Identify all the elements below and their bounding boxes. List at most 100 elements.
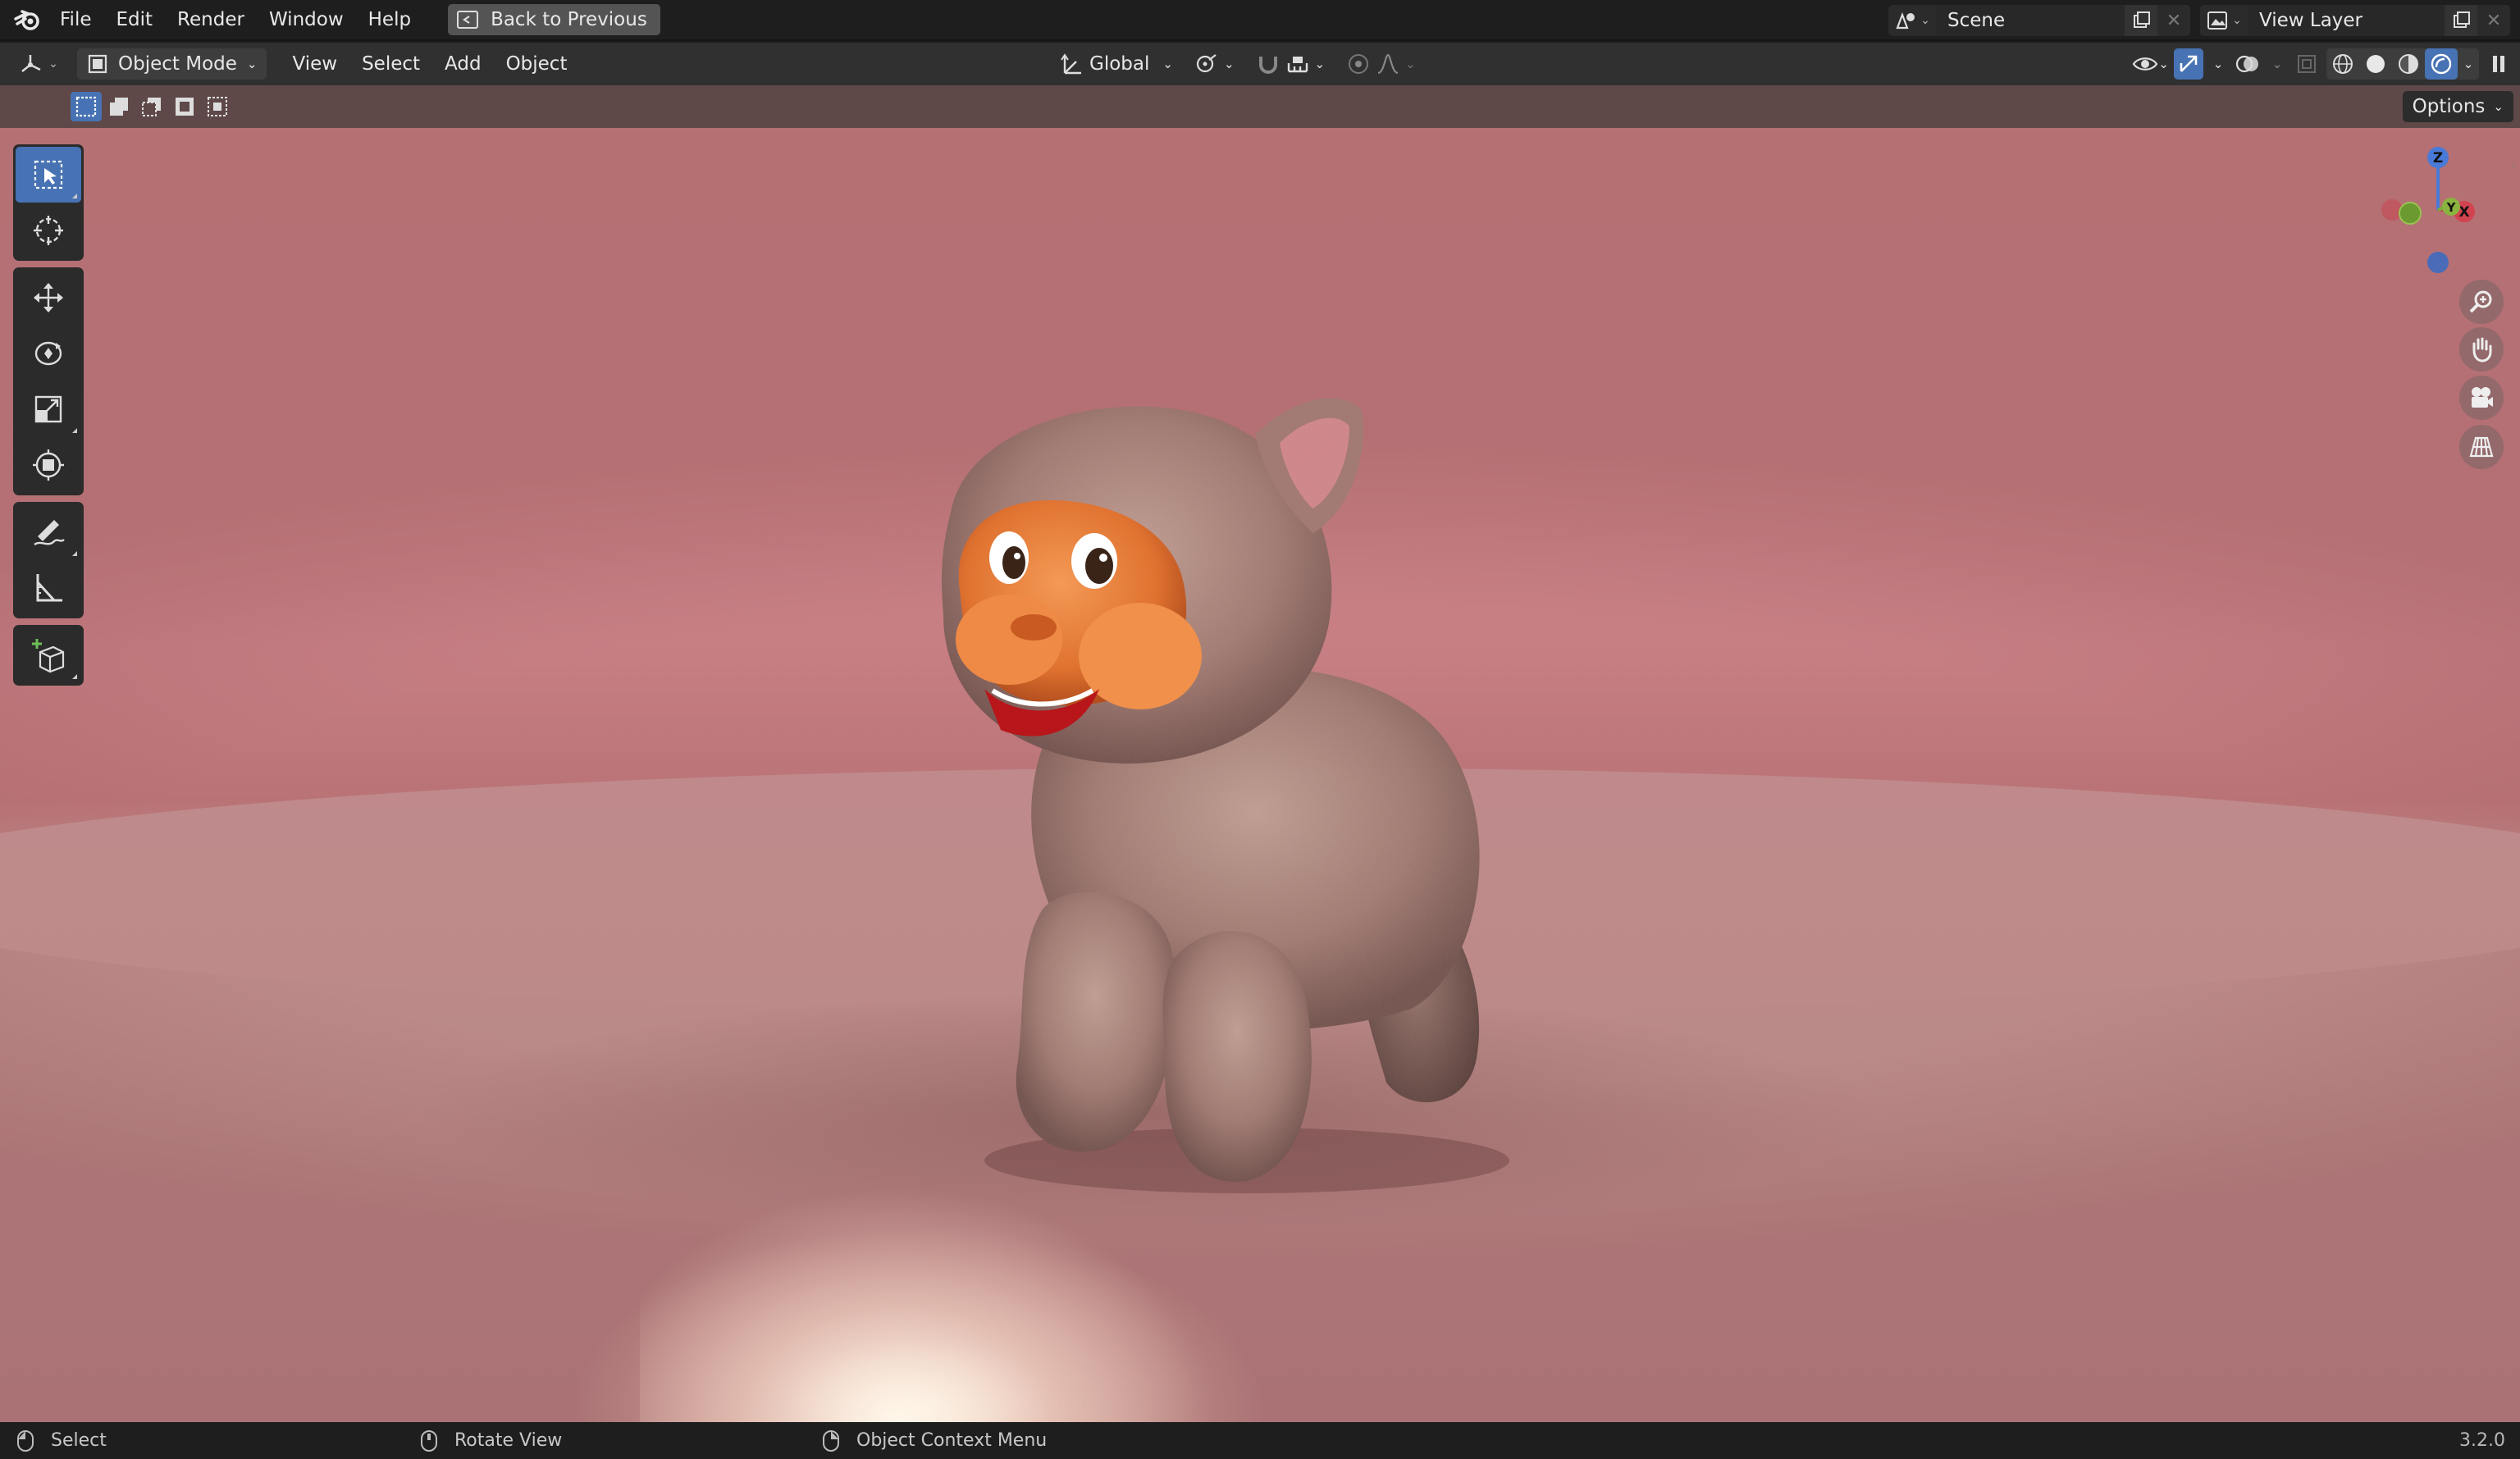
gizmo-z-label: Z — [2433, 150, 2443, 166]
floor-light-spot — [640, 1186, 1214, 1422]
move-tool[interactable] — [16, 270, 81, 326]
remove-scene-icon[interactable]: ✕ — [2157, 5, 2190, 36]
scene-selector[interactable]: ⌄ Scene ✕ — [1888, 5, 2190, 36]
view-layer-browse-button[interactable]: ⌄ — [2200, 5, 2248, 36]
status-bar: Select Rotate View Object Context Menu 3… — [0, 1422, 2520, 1459]
chevron-down-icon: ⌄ — [48, 57, 58, 71]
select-invert-icon[interactable] — [169, 92, 200, 121]
chevron-down-icon: ⌄ — [1162, 57, 1173, 71]
proportional-edit-icon — [1349, 54, 1369, 74]
chevron-down-icon: ⌄ — [246, 57, 258, 71]
transform-icon — [33, 449, 64, 481]
menu-window[interactable]: Window — [257, 0, 356, 40]
plush-monkey-model[interactable] — [902, 385, 1542, 1206]
navigation-gizmo[interactable]: Z X Y — [2379, 139, 2477, 279]
version-label: 3.2.0 — [2459, 1430, 2505, 1451]
select-extend-icon[interactable] — [103, 92, 135, 121]
menu-select[interactable]: Select — [349, 53, 432, 75]
solid-shading-icon[interactable] — [2359, 48, 2392, 80]
scene-name-field[interactable]: Scene — [1936, 5, 2125, 36]
object-mode-dropdown[interactable]: Object Mode ⌄ — [77, 48, 267, 80]
view-layer-selector[interactable]: ⌄ View Layer ✕ — [2200, 5, 2510, 36]
tool-settings-bar: Options ⌄ — [0, 85, 2520, 128]
select-box-tool[interactable] — [16, 147, 81, 203]
pivot-icon — [1196, 54, 1217, 73]
selection-mode-group — [71, 91, 233, 122]
transform-orientation-dropdown[interactable]: Global ⌄ — [1053, 48, 1180, 80]
menu-edit[interactable]: Edit — [104, 0, 166, 40]
status-select-label: Select — [51, 1430, 107, 1451]
gizmo-toggle-icon[interactable] — [2174, 48, 2203, 80]
status-rotate-label: Rotate View — [454, 1430, 563, 1451]
status-context-label: Object Context Menu — [856, 1430, 1048, 1451]
orientation-label: Global — [1089, 53, 1150, 75]
chevron-down-icon[interactable]: ⌄ — [2208, 48, 2228, 80]
annotate-tool[interactable] — [16, 504, 81, 560]
overlays-toggle-icon[interactable] — [2233, 48, 2262, 80]
menu-view[interactable]: View — [280, 53, 349, 75]
options-dropdown[interactable]: Options ⌄ — [2402, 91, 2513, 122]
menu-add[interactable]: Add — [432, 53, 494, 75]
menu-object[interactable]: Object — [494, 53, 580, 75]
duplicate-view-layer-icon[interactable] — [2445, 5, 2477, 36]
xray-toggle-icon[interactable] — [2292, 48, 2321, 80]
status-rotate-hint: Rotate View — [420, 1429, 562, 1452]
mode-label: Object Mode — [118, 53, 237, 75]
pan-hand-icon[interactable] — [2459, 327, 2504, 372]
remove-view-layer-icon[interactable]: ✕ — [2477, 5, 2510, 36]
cursor-icon — [34, 216, 63, 245]
mouse-right-icon — [823, 1429, 839, 1452]
sidebar-expand-icon[interactable]: ‹ — [2507, 154, 2520, 176]
material-preview-shading-icon[interactable] — [2392, 48, 2425, 80]
annotate-pencil-icon — [34, 520, 65, 546]
measure-ruler-icon — [36, 574, 62, 602]
top-menu-bar: File Edit Render Window Help Back to Pre… — [0, 0, 2520, 41]
status-select-hint: Select — [16, 1429, 107, 1452]
rotate-icon — [34, 341, 62, 366]
add-cube-tool[interactable] — [16, 627, 81, 683]
gizmo-y-label: Y — [2446, 200, 2457, 215]
rendered-shading-icon[interactable] — [2425, 48, 2458, 80]
scene-icon — [1896, 11, 1915, 30]
orientation-icon — [1061, 53, 1081, 75]
select-intersect-icon[interactable] — [202, 92, 233, 121]
snap-group[interactable]: ⌄ — [1249, 48, 1332, 80]
select-new-icon[interactable] — [71, 92, 102, 121]
scale-tool[interactable] — [16, 381, 81, 437]
mouse-left-icon — [17, 1429, 34, 1452]
falloff-curve-icon — [1377, 53, 1399, 75]
view-layer-icon — [2207, 11, 2228, 30]
visibility-dropdown[interactable]: ⌄ — [2132, 48, 2169, 80]
cursor-tool[interactable] — [16, 203, 81, 258]
pause-render-icon[interactable] — [2484, 48, 2513, 80]
chevron-down-icon: ⌄ — [2232, 14, 2242, 27]
chevron-down-icon: ⌄ — [1405, 57, 1416, 71]
snap-increment-icon — [1287, 57, 1308, 73]
add-cube-icon — [32, 639, 65, 673]
chevron-down-icon[interactable]: ⌄ — [2458, 48, 2479, 80]
wireframe-shading-icon[interactable] — [2326, 48, 2359, 80]
select-subtract-icon[interactable] — [136, 92, 167, 121]
editor-type-button[interactable]: ⌄ — [11, 48, 66, 80]
mouse-middle-icon — [421, 1429, 437, 1452]
back-to-previous-button[interactable]: Back to Previous — [448, 4, 660, 35]
view-layer-name-field[interactable]: View Layer — [2248, 5, 2445, 36]
rotate-tool[interactable] — [16, 326, 81, 381]
back-to-previous-label: Back to Previous — [491, 9, 647, 30]
chevron-down-icon[interactable]: ⌄ — [2267, 48, 2287, 80]
menu-help[interactable]: Help — [356, 0, 423, 40]
menu-render[interactable]: Render — [165, 0, 257, 40]
pivot-point-dropdown[interactable]: ⌄ — [1188, 48, 1241, 80]
chevron-down-icon: ⌄ — [1223, 57, 1235, 71]
duplicate-scene-icon[interactable] — [2125, 5, 2157, 36]
menu-file[interactable]: File — [48, 0, 104, 40]
camera-view-icon[interactable] — [2459, 376, 2504, 420]
zoom-icon[interactable] — [2459, 280, 2504, 324]
proportional-editing-group[interactable]: ⌄ — [1340, 48, 1422, 80]
transform-tool[interactable] — [16, 437, 81, 493]
blender-logo-icon[interactable] — [8, 0, 48, 40]
perspective-grid-icon[interactable] — [2459, 425, 2504, 469]
measure-tool[interactable] — [16, 560, 81, 616]
scene-browse-button[interactable]: ⌄ — [1888, 5, 1936, 36]
viewport-header: ⌄ Object Mode ⌄ View Select Add Object G… — [0, 43, 2520, 85]
